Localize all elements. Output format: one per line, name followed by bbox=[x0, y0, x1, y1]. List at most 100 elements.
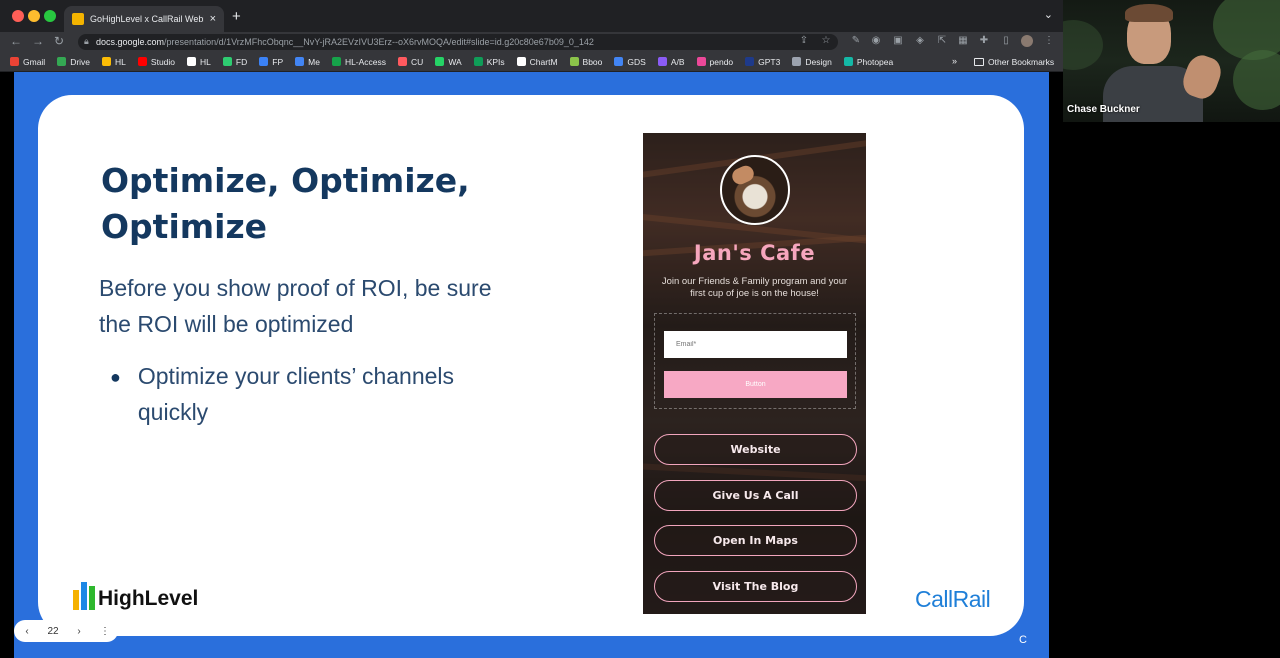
bookmark-item[interactable]: pendo bbox=[696, 56, 734, 67]
bookmark-favicon-icon bbox=[843, 57, 853, 66]
bookmark-item[interactable]: HL bbox=[187, 57, 211, 67]
bookmark-label: GDS bbox=[627, 56, 646, 67]
bookmark-favicon-icon bbox=[792, 57, 802, 66]
signup-submit-button[interactable]: Button bbox=[664, 371, 847, 398]
url-path: /presentation/d/1VrzMFhcObqnc__NvY-jRA2E… bbox=[164, 37, 594, 47]
bookmark-item[interactable]: Photopea bbox=[843, 56, 894, 67]
slide-options-menu-icon[interactable]: ⋮ bbox=[97, 626, 113, 637]
bookmark-label: Design bbox=[805, 56, 832, 67]
bookmark-item[interactable]: A/B bbox=[657, 57, 685, 67]
bookmark-item[interactable]: FP bbox=[259, 57, 283, 67]
cafe-avatar-image bbox=[720, 155, 790, 225]
reload-icon[interactable]: ↻ bbox=[54, 34, 64, 48]
extension-arrows-icon[interactable]: ⇱ bbox=[936, 35, 948, 47]
forward-arrow-icon[interactable]: → bbox=[32, 34, 44, 48]
bookmark-item[interactable]: Gmail bbox=[10, 57, 45, 67]
bookmark-item[interactable]: Drive bbox=[57, 57, 90, 67]
extension-screen-icon[interactable]: ▣ bbox=[892, 35, 904, 47]
bookmark-favicon-icon bbox=[10, 57, 19, 66]
phone-mockup-image: Jan's Cafe Join our Friends & Family pro… bbox=[643, 133, 866, 614]
video-panel: Chase Buckner bbox=[1063, 0, 1280, 658]
bookmark-label: KPIs bbox=[486, 56, 505, 67]
bookmark-favicon-icon bbox=[435, 57, 445, 66]
close-window-button[interactable] bbox=[12, 10, 24, 22]
tab-search-chevron-icon[interactable]: ⌄ bbox=[1044, 8, 1053, 21]
bookmark-label: HL-Access bbox=[344, 56, 387, 67]
bookmark-favicon-icon bbox=[614, 57, 624, 66]
other-bookmarks-folder[interactable]: Other Bookmarks bbox=[974, 52, 1054, 72]
highlevel-logo: HighLevel bbox=[73, 582, 198, 610]
new-tab-button[interactable]: + bbox=[232, 8, 241, 25]
previous-slide-icon[interactable]: ‹ bbox=[19, 626, 35, 637]
bookmark-item[interactable]: GDS bbox=[614, 56, 646, 67]
bookmark-item[interactable]: FD bbox=[222, 57, 247, 67]
tab-close-icon[interactable]: × bbox=[210, 13, 216, 25]
url-field[interactable]: 🔒︎ docs.google.com/presentation/d/1VrzMF… bbox=[78, 34, 838, 50]
bookmark-label: HL bbox=[200, 56, 211, 67]
bookmark-favicon-icon bbox=[516, 57, 526, 66]
bookmark-item[interactable]: Bboo bbox=[569, 56, 603, 67]
bookmark-item[interactable]: Studio bbox=[137, 57, 175, 67]
browser-menu-icon[interactable]: ⋮ bbox=[1043, 35, 1055, 47]
bookmarks-bar: Gmail Drive HL Studio HL FD FP Me HL-Access CU WA K… bbox=[0, 52, 1063, 72]
bookmark-item[interactable]: CU bbox=[398, 57, 423, 67]
share-icon[interactable]: ⇪ bbox=[798, 35, 810, 47]
bookmark-favicon-icon bbox=[569, 57, 579, 66]
bookmark-favicon-icon bbox=[102, 57, 112, 66]
bookmark-label: WA bbox=[448, 56, 462, 67]
bookmark-item[interactable]: GPT3 bbox=[745, 57, 780, 67]
extension-pen-icon[interactable]: ✎ bbox=[850, 35, 862, 47]
bookmark-item[interactable]: Design bbox=[792, 56, 832, 67]
participant-name: Chase Buckner bbox=[1067, 104, 1140, 115]
bookmark-item[interactable]: WA bbox=[435, 56, 462, 67]
bookmark-item[interactable]: KPIs bbox=[473, 56, 505, 67]
slide-number: 22 bbox=[47, 625, 59, 637]
bookmark-label: Photopea bbox=[856, 56, 894, 67]
extension-camera-icon[interactable]: ◈ bbox=[914, 35, 926, 47]
call-link-button[interactable]: Give Us A Call bbox=[654, 480, 857, 511]
bookmark-label: GPT3 bbox=[758, 56, 781, 67]
bookmark-label: FP bbox=[272, 56, 284, 67]
slide-title: Optimize, Optimize, Optimize bbox=[101, 161, 470, 246]
bookmark-favicon-icon bbox=[222, 57, 232, 66]
maps-link-button[interactable]: Open In Maps bbox=[654, 525, 857, 556]
bookmark-item[interactable]: ChartM bbox=[516, 57, 558, 67]
tab-title: GoHighLevel x CallRail Webina bbox=[90, 14, 204, 24]
extension-play-icon[interactable]: ◉ bbox=[870, 35, 882, 47]
cafe-name-heading: Jan's Cafe bbox=[693, 241, 816, 265]
back-arrow-icon[interactable]: ← bbox=[10, 34, 22, 48]
browser-window: GoHighLevel x CallRail Webina × + ⌄ ← → … bbox=[0, 0, 1063, 658]
website-link-button[interactable]: Website bbox=[654, 434, 857, 465]
lock-icon: 🔒︎ bbox=[84, 36, 89, 46]
bookmark-favicon-icon bbox=[696, 57, 706, 66]
bookmark-label: Bboo bbox=[582, 56, 603, 67]
bookmark-item[interactable]: Me bbox=[295, 57, 320, 67]
bookmarks-overflow-icon[interactable]: » bbox=[952, 56, 957, 66]
bookmark-favicon-icon bbox=[745, 57, 755, 66]
email-field[interactable] bbox=[664, 331, 847, 358]
bullet-dot-icon: ● bbox=[110, 367, 121, 387]
blog-link-button[interactable]: Visit The Blog bbox=[654, 571, 857, 602]
sidebar-toggle-icon[interactable]: ▯ bbox=[1000, 35, 1012, 47]
bookmark-star-icon[interactable]: ☆ bbox=[820, 35, 832, 47]
bookmark-label: Gmail bbox=[23, 56, 46, 67]
extension-grid-icon[interactable]: ▦ bbox=[957, 35, 969, 47]
address-bar-row: ← → ↻ 🔒︎ docs.google.com/presentation/d/… bbox=[0, 32, 1063, 52]
extensions-puzzle-icon[interactable]: ✚ bbox=[978, 35, 990, 47]
slide-corner-mark: C bbox=[1019, 634, 1027, 646]
bookmark-label: HL bbox=[115, 56, 126, 67]
minimize-window-button[interactable] bbox=[28, 10, 40, 22]
slide-bullet-item: ● Optimize your clients’ channels quickl… bbox=[110, 358, 470, 430]
bookmark-favicon-icon bbox=[57, 57, 67, 66]
url-host: docs.google.com bbox=[96, 37, 165, 47]
next-slide-icon[interactable]: › bbox=[71, 626, 87, 637]
profile-avatar-icon[interactable] bbox=[1021, 35, 1033, 47]
bookmark-item[interactable]: HL bbox=[102, 57, 126, 67]
bookmark-favicon-icon bbox=[657, 57, 667, 66]
bookmark-label: pendo bbox=[709, 56, 734, 67]
maximize-window-button[interactable] bbox=[44, 10, 56, 22]
slide-navigation-bar: ‹ 22 › ⋮ bbox=[14, 620, 118, 642]
bookmark-item[interactable]: HL-Access bbox=[331, 56, 387, 67]
participant-video-feed: Chase Buckner bbox=[1063, 0, 1280, 122]
browser-tab[interactable]: GoHighLevel x CallRail Webina × bbox=[64, 6, 224, 32]
